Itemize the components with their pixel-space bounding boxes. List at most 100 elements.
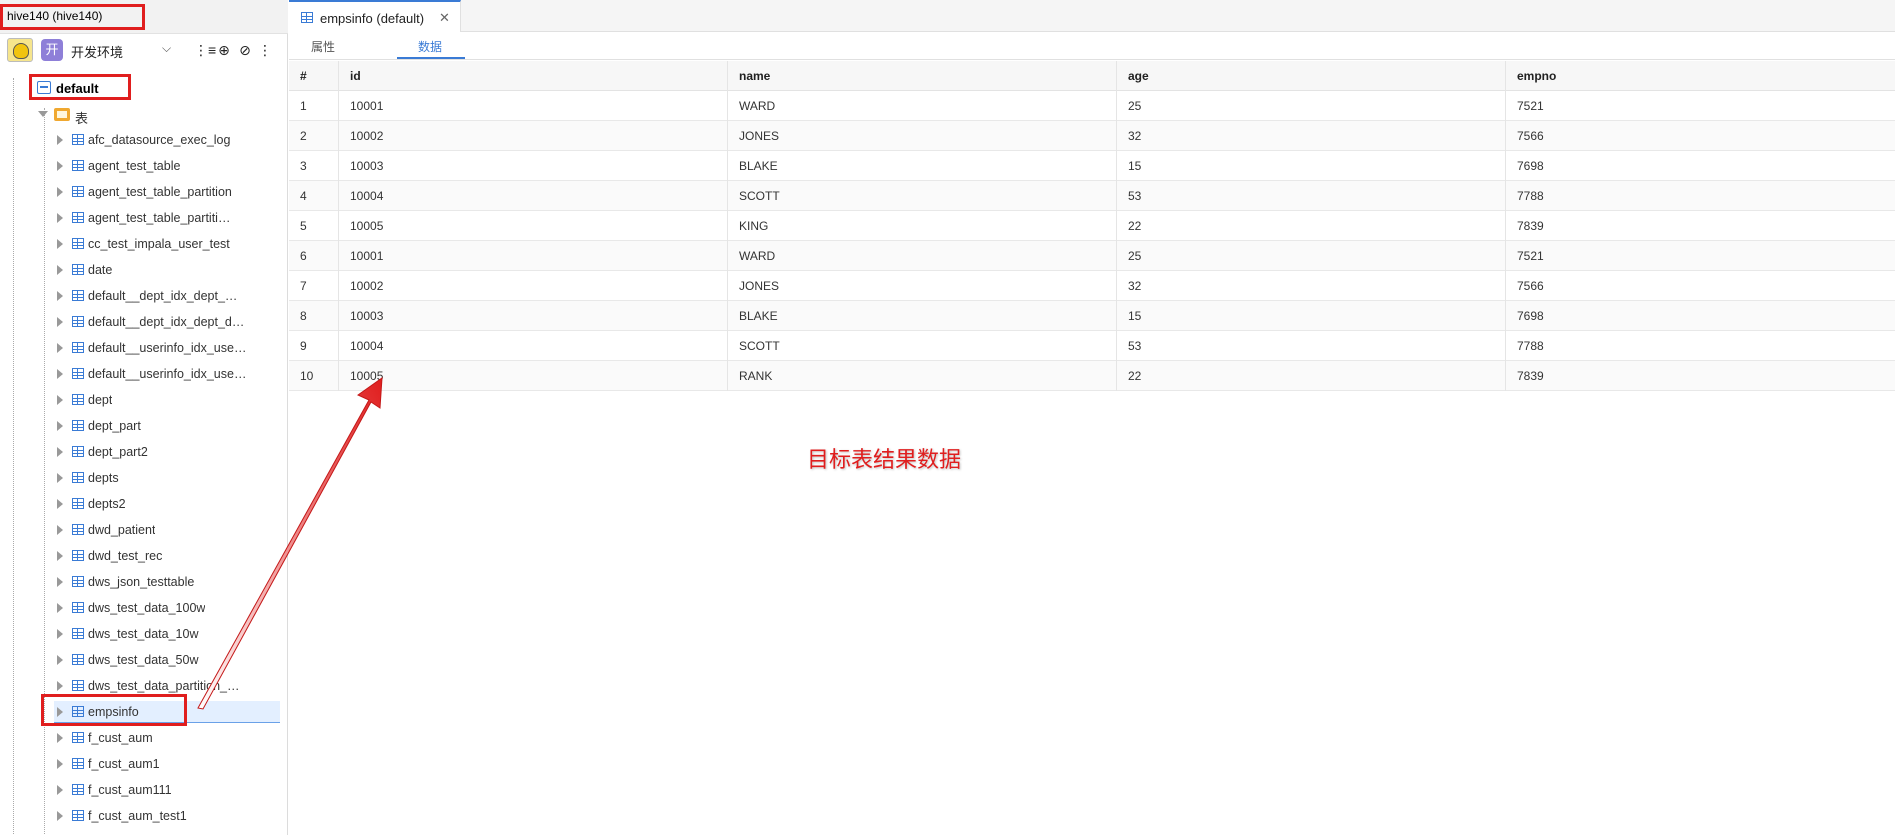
expand-arrow-icon[interactable] bbox=[57, 655, 63, 665]
expand-arrow-icon[interactable] bbox=[57, 499, 63, 509]
expand-arrow-icon[interactable] bbox=[38, 111, 48, 117]
editor-tab[interactable]: empsinfo (default) ✕ bbox=[289, 0, 461, 32]
row-number-cell[interactable]: 8 bbox=[289, 301, 339, 331]
tree-item-table[interactable]: depts bbox=[54, 467, 280, 489]
table-cell[interactable]: 10001 bbox=[339, 91, 728, 121]
more-icon[interactable]: ⋮ bbox=[256, 41, 274, 59]
list-filter-icon[interactable]: ⋮≡ bbox=[194, 41, 216, 59]
link-icon[interactable]: ⊘ bbox=[236, 41, 254, 59]
table-cell[interactable]: 25 bbox=[1117, 91, 1506, 121]
expand-arrow-icon[interactable] bbox=[57, 291, 63, 301]
table-row[interactable]: 6 10001 WARD 25 7521 bbox=[289, 241, 1895, 271]
expand-arrow-icon[interactable] bbox=[57, 603, 63, 613]
table-cell[interactable]: 53 bbox=[1117, 331, 1506, 361]
expand-arrow-icon[interactable] bbox=[57, 369, 63, 379]
table-cell[interactable]: WARD bbox=[728, 241, 1117, 271]
tree-item-table[interactable]: date bbox=[54, 259, 280, 281]
column-header[interactable]: name bbox=[728, 61, 1117, 91]
tree-item-table[interactable]: f_cust_aum111 bbox=[54, 779, 280, 801]
connection-header[interactable]: hive140 (hive140) bbox=[0, 0, 288, 34]
tree-item-table[interactable]: dws_test_data_50w bbox=[54, 649, 280, 671]
expand-arrow-icon[interactable] bbox=[57, 265, 63, 275]
tab-properties[interactable]: 属性 bbox=[311, 38, 335, 55]
table-cell[interactable]: 7521 bbox=[1506, 241, 1895, 271]
table-cell[interactable]: BLAKE bbox=[728, 151, 1117, 181]
tree-item-table[interactable]: default__userinfo_idx_use… bbox=[54, 363, 280, 385]
tree-item-table[interactable]: dept_part bbox=[54, 415, 280, 437]
table-row[interactable]: 8 10003 BLAKE 15 7698 bbox=[289, 301, 1895, 331]
expand-arrow-icon[interactable] bbox=[57, 733, 63, 743]
table-cell[interactable]: 15 bbox=[1117, 151, 1506, 181]
table-cell[interactable]: JONES bbox=[728, 121, 1117, 151]
table-row[interactable]: 4 10004 SCOTT 53 7788 bbox=[289, 181, 1895, 211]
table-row[interactable]: 9 10004 SCOTT 53 7788 bbox=[289, 331, 1895, 361]
table-cell[interactable]: 32 bbox=[1117, 271, 1506, 301]
table-cell[interactable]: BLAKE bbox=[728, 301, 1117, 331]
table-cell[interactable]: 7566 bbox=[1506, 271, 1895, 301]
expand-arrow-icon[interactable] bbox=[57, 239, 63, 249]
table-cell[interactable]: 7698 bbox=[1506, 301, 1895, 331]
expand-arrow-icon[interactable] bbox=[57, 473, 63, 483]
table-cell[interactable]: WARD bbox=[728, 91, 1117, 121]
table-cell[interactable]: 10004 bbox=[339, 331, 728, 361]
tree-item-table[interactable]: dws_test_data_partition_… bbox=[54, 675, 280, 697]
column-header[interactable]: id bbox=[339, 61, 728, 91]
table-cell[interactable]: JONES bbox=[728, 271, 1117, 301]
expand-arrow-icon[interactable] bbox=[57, 759, 63, 769]
tree-item-table[interactable]: agent_test_table_partiti… bbox=[54, 207, 280, 229]
expand-arrow-icon[interactable] bbox=[57, 135, 63, 145]
tree-item-table[interactable]: f_cust_aum1 bbox=[54, 753, 280, 775]
tree-item-table[interactable]: cc_test_impala_user_test bbox=[54, 233, 280, 255]
table-cell[interactable]: 32 bbox=[1117, 121, 1506, 151]
table-cell[interactable]: 15 bbox=[1117, 301, 1506, 331]
table-cell[interactable]: SCOTT bbox=[728, 181, 1117, 211]
row-number-cell[interactable]: 1 bbox=[289, 91, 339, 121]
row-number-cell[interactable]: 3 bbox=[289, 151, 339, 181]
row-number-cell[interactable]: 9 bbox=[289, 331, 339, 361]
table-cell[interactable]: 7521 bbox=[1506, 91, 1895, 121]
table-cell[interactable]: 10005 bbox=[339, 211, 728, 241]
tree-item-table[interactable]: default__userinfo_idx_use… bbox=[54, 337, 280, 359]
row-number-cell[interactable]: 6 bbox=[289, 241, 339, 271]
table-cell[interactable]: 7839 bbox=[1506, 211, 1895, 241]
tree-item-table[interactable]: dept_part2 bbox=[54, 441, 280, 463]
tree-item-table[interactable]: depts2 bbox=[54, 493, 280, 515]
table-cell[interactable]: 10004 bbox=[339, 181, 728, 211]
table-row[interactable]: 10 10005 RANK 22 7839 bbox=[289, 361, 1895, 391]
tree-item-table[interactable]: agent_test_table_partition bbox=[54, 181, 280, 203]
row-number-cell[interactable]: 7 bbox=[289, 271, 339, 301]
tree-item-table[interactable]: dept bbox=[54, 389, 280, 411]
expand-arrow-icon[interactable] bbox=[57, 707, 63, 717]
row-number-cell[interactable]: 10 bbox=[289, 361, 339, 391]
expand-arrow-icon[interactable] bbox=[57, 629, 63, 639]
expand-arrow-icon[interactable] bbox=[57, 577, 63, 587]
table-cell[interactable]: 7698 bbox=[1506, 151, 1895, 181]
tree-item-table[interactable]: default__dept_idx_dept_d… bbox=[54, 311, 280, 333]
table-cell[interactable]: 10003 bbox=[339, 151, 728, 181]
expand-arrow-icon[interactable] bbox=[57, 343, 63, 353]
table-cell[interactable]: 22 bbox=[1117, 211, 1506, 241]
table-cell[interactable]: 53 bbox=[1117, 181, 1506, 211]
column-header[interactable]: empno bbox=[1506, 61, 1895, 91]
expand-arrow-icon[interactable] bbox=[57, 421, 63, 431]
expand-arrow-icon[interactable] bbox=[57, 161, 63, 171]
table-cell[interactable]: 7788 bbox=[1506, 331, 1895, 361]
tree-item-table[interactable]: empsinfo bbox=[54, 701, 280, 723]
tab-data[interactable]: 数据 bbox=[418, 38, 442, 55]
expand-arrow-icon[interactable] bbox=[57, 811, 63, 821]
tree-item-table[interactable]: dws_json_testtable bbox=[54, 571, 280, 593]
expand-arrow-icon[interactable] bbox=[57, 551, 63, 561]
column-header[interactable]: age bbox=[1117, 61, 1506, 91]
table-cell[interactable]: 10003 bbox=[339, 301, 728, 331]
table-cell[interactable]: 25 bbox=[1117, 241, 1506, 271]
expand-arrow-icon[interactable] bbox=[57, 447, 63, 457]
tree-item-table[interactable]: f_cust_aum_test1 bbox=[54, 805, 280, 827]
close-icon[interactable]: ✕ bbox=[439, 10, 450, 26]
tree-item-table[interactable]: default__dept_idx_dept_… bbox=[54, 285, 280, 307]
environment-selector[interactable]: 开 开发环境 ⌵ bbox=[38, 37, 182, 63]
table-row[interactable]: 5 10005 KING 22 7839 bbox=[289, 211, 1895, 241]
tree-item-table[interactable]: dwd_patient bbox=[54, 519, 280, 541]
table-cell[interactable]: 10002 bbox=[339, 121, 728, 151]
expand-arrow-icon[interactable] bbox=[57, 785, 63, 795]
expand-arrow-icon[interactable] bbox=[57, 317, 63, 327]
